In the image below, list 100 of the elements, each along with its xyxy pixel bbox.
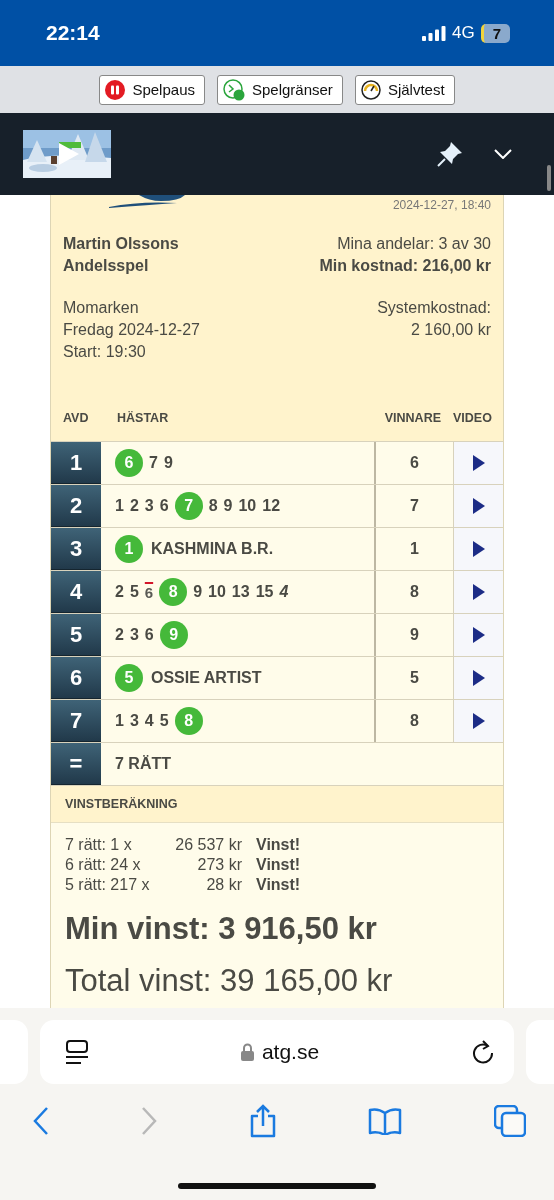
- result-text: 7 RÄTT: [115, 755, 171, 773]
- play-icon: [472, 498, 485, 514]
- leg-number: =: [51, 743, 101, 785]
- prize-heading: VINSTBERÄKNING: [51, 785, 503, 823]
- rg-button[interactable]: Självtest: [354, 74, 455, 105]
- play-icon: [472, 713, 485, 729]
- column-header: VINNARE: [383, 411, 442, 425]
- reload-icon[interactable]: [472, 1040, 494, 1064]
- video-button[interactable]: [453, 485, 503, 527]
- back-icon[interactable]: [33, 1107, 49, 1135]
- video-button[interactable]: [453, 700, 503, 742]
- horse-number: 7: [149, 454, 158, 472]
- reserve-number: 4: [279, 583, 289, 601]
- game-title: Martin Olssons: [63, 234, 179, 254]
- shares-text: Mina andelar: 3 av 30: [337, 234, 491, 254]
- horse-number: 4: [144, 712, 154, 730]
- leg-number: 6: [51, 657, 101, 699]
- race-date: Fredag 2024-12-27: [63, 320, 200, 340]
- horse-number: 15: [255, 583, 274, 601]
- prize-status: Vinst!: [256, 855, 301, 875]
- winner-badge: 7: [174, 492, 203, 520]
- system-cost: 2 160,00 kr: [410, 320, 491, 340]
- leg-number: 3: [51, 528, 101, 570]
- winner-badge: 6: [115, 449, 143, 477]
- horse-number: 6: [159, 497, 169, 515]
- play-icon: [472, 627, 485, 643]
- chevron-down-icon[interactable]: [494, 149, 512, 159]
- horse-number: 3: [129, 626, 139, 644]
- leg-number: 4: [51, 571, 101, 613]
- pin-icon[interactable]: [436, 140, 464, 168]
- prize-status: Vinst!: [256, 875, 301, 895]
- signal-icon: [421, 25, 446, 41]
- winner-badge: 8: [159, 578, 188, 606]
- play-icon: [472, 584, 485, 600]
- address-bar[interactable]: atg.se: [40, 1020, 514, 1084]
- video-button[interactable]: [453, 657, 503, 699]
- winner-badge: 9: [159, 621, 188, 649]
- horse-number: 2: [115, 626, 124, 644]
- horse-number: 1: [115, 497, 124, 515]
- reader-icon[interactable]: [66, 1040, 88, 1064]
- horse-number: 5: [159, 712, 169, 730]
- clock-icon: [223, 78, 245, 101]
- prize-amount: 273 kr: [196, 855, 242, 875]
- total-win: Total vinst: 39 165,00 kr: [65, 963, 394, 1000]
- horse-number: 10: [208, 583, 226, 601]
- horse-number: 5: [129, 583, 139, 601]
- prize-amount: 26 537 kr: [174, 835, 242, 855]
- winner-badge: 1: [115, 535, 143, 563]
- winner-badge: 8: [174, 707, 203, 735]
- tabs-icon[interactable]: [494, 1105, 526, 1137]
- pause-icon: [105, 79, 126, 100]
- leg-number: 1: [51, 442, 101, 484]
- horse-number: 9: [223, 497, 233, 515]
- video-button[interactable]: [453, 442, 503, 484]
- my-cost: Min kostnad: 216,00 kr: [319, 256, 491, 276]
- prize-status: Vinst!: [256, 835, 301, 855]
- horse-number: 3: [129, 712, 139, 730]
- lock-icon: [240, 1043, 254, 1061]
- column-header: VIDEO: [453, 411, 493, 425]
- horse-number: 9: [193, 583, 203, 601]
- track-name: Momarken: [63, 298, 140, 318]
- column-header: HÄSTAR: [116, 411, 170, 425]
- prize-amount: 28 kr: [205, 875, 242, 895]
- rg-button[interactable]: Spelgränser: [217, 74, 343, 105]
- bookmarks-icon[interactable]: [368, 1107, 403, 1135]
- start-time: Start: 19:30: [63, 342, 147, 362]
- url-text: atg.se: [261, 1040, 320, 1064]
- horse-number: 8: [208, 497, 218, 515]
- video-button[interactable]: [453, 528, 503, 570]
- horse-number: 2: [129, 497, 139, 515]
- leg-number: 7: [51, 700, 101, 742]
- gauge-icon: [360, 79, 381, 100]
- network-label: 4G: [451, 23, 475, 43]
- horse-number: 6: [144, 626, 154, 644]
- prize-label: 5 rätt: 217 x: [65, 875, 151, 895]
- rg-button[interactable]: Spelpaus: [99, 74, 205, 105]
- horse-number: 3: [144, 497, 154, 515]
- play-icon: [472, 541, 485, 557]
- leg-number: 5: [51, 614, 101, 656]
- leg-number: 2: [51, 485, 101, 527]
- horse-number: 1: [115, 712, 124, 730]
- scrollbar: [547, 165, 551, 191]
- prize-label: 7 rätt: 1 x: [65, 835, 133, 855]
- scratched-number: 6: [144, 583, 154, 601]
- winner-badge: 5: [115, 664, 143, 692]
- video-button[interactable]: [453, 571, 503, 613]
- system-cost-label: Systemkostnad:: [377, 298, 491, 318]
- horse-number: 2: [115, 583, 124, 601]
- battery-indicator: 7: [480, 23, 510, 43]
- status-time: 22:14: [46, 21, 100, 45]
- column-header: AVD: [62, 411, 90, 425]
- video-button[interactable]: [453, 614, 503, 656]
- horse-number: 10: [238, 497, 257, 515]
- share-icon[interactable]: [248, 1104, 277, 1138]
- horse-name: KASHMINA B.R.: [151, 540, 274, 558]
- my-win: Min vinst: 3 916,50 kr: [65, 911, 378, 947]
- horse-number: 12: [262, 497, 281, 515]
- timestamp: 2024-12-27, 18:40: [392, 197, 491, 212]
- prize-label: 6 rätt: 24 x: [65, 855, 142, 875]
- horse-number: 13: [231, 583, 250, 601]
